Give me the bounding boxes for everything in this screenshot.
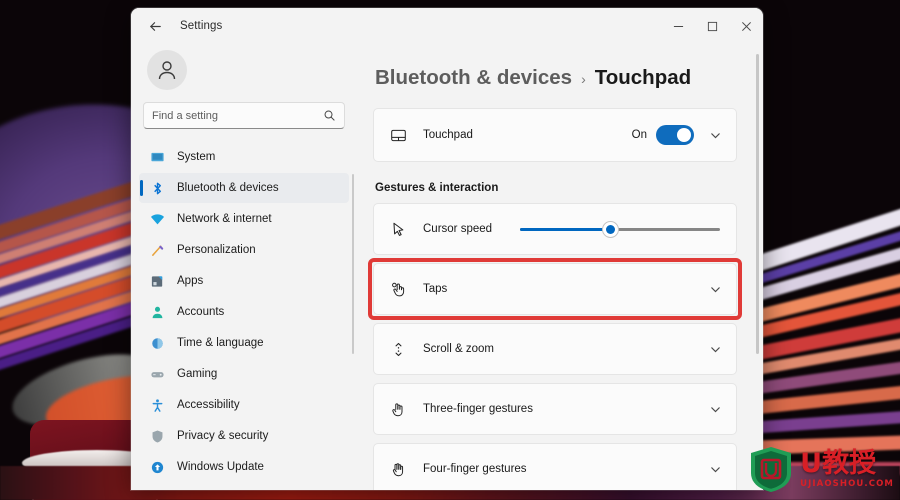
tap-hand-icon [388, 279, 408, 299]
chevron-down-icon[interactable] [708, 342, 722, 356]
slider-thumb[interactable] [601, 220, 619, 238]
minimize-button[interactable] [661, 8, 695, 44]
four-finger-gestures-card[interactable]: Four-finger gestures [373, 443, 737, 490]
window-title-bar: Settings [131, 8, 763, 44]
sidebar: System Bluetooth & devices [131, 44, 355, 490]
four-finger-hand-icon [388, 459, 408, 479]
four-finger-gestures-label: Four-finger gestures [423, 463, 527, 475]
three-finger-gestures-card[interactable]: Three-finger gestures [373, 383, 737, 435]
cursor-arrow-icon [388, 219, 408, 239]
search-icon [323, 109, 336, 122]
chevron-right-icon: › [581, 71, 586, 87]
touchpad-toggle-state: On [631, 129, 647, 141]
wifi-icon [149, 211, 166, 228]
sidebar-item-time-language[interactable]: Time & language [139, 328, 349, 358]
maximize-button[interactable] [695, 8, 729, 44]
touchpad-label: Touchpad [423, 129, 473, 141]
taps-card[interactable]: Taps [373, 263, 737, 315]
cursor-speed-label: Cursor speed [423, 223, 493, 235]
sidebar-item-label: Network & internet [177, 213, 272, 225]
settings-window: Settings Find a setting System Bluetooth… [131, 8, 763, 490]
touchpad-toggle[interactable] [656, 125, 694, 145]
sidebar-item-apps[interactable]: Apps [139, 266, 349, 296]
u-shield-logo-icon [749, 446, 793, 492]
gamepad-icon [149, 366, 166, 383]
sidebar-item-personalization[interactable]: Personalization [139, 235, 349, 265]
sidebar-item-label: Apps [177, 275, 204, 287]
sidebar-item-bluetooth-devices[interactable]: Bluetooth & devices [139, 173, 349, 203]
sidebar-item-label: Accessibility [177, 399, 240, 411]
page-title: Touchpad [594, 66, 692, 89]
watermark-text: U教授 UJIAOSHOU.COM [800, 450, 894, 489]
accessibility-icon [149, 397, 166, 414]
clock-globe-icon [149, 335, 166, 352]
main-content: Bluetooth & devices › Touchpad Touchpad [355, 44, 763, 490]
sidebar-item-label: Time & language [177, 337, 264, 349]
scroll-zoom-label: Scroll & zoom [423, 343, 494, 355]
avatar[interactable] [147, 50, 187, 90]
chevron-down-icon[interactable] [708, 462, 722, 476]
person-icon [149, 304, 166, 321]
breadcrumb: Bluetooth & devices › Touchpad [375, 66, 737, 90]
content-scrollbar[interactable] [756, 54, 759, 354]
app-title: Settings [180, 20, 223, 32]
chevron-down-icon[interactable] [708, 128, 722, 142]
sidebar-item-network-internet[interactable]: Network & internet [139, 204, 349, 234]
three-finger-gestures-label: Three-finger gestures [423, 403, 533, 415]
taps-label: Taps [423, 283, 448, 295]
sidebar-item-label: Bluetooth & devices [177, 182, 279, 194]
sidebar-scrollbar[interactable] [352, 174, 354, 354]
scroll-arrows-icon [388, 339, 408, 359]
three-finger-hand-icon [388, 399, 408, 419]
chevron-down-icon[interactable] [708, 282, 722, 296]
sidebar-item-privacy-security[interactable]: Privacy & security [139, 421, 349, 451]
window-controls [661, 8, 763, 44]
sidebar-item-label: Privacy & security [177, 430, 269, 442]
section-title-gestures: Gestures & interaction [375, 182, 499, 194]
watermark-brand: U教授 [800, 447, 877, 479]
search-box[interactable] [143, 102, 345, 129]
touchpad-icon [388, 125, 408, 145]
shield-icon [149, 428, 166, 445]
sidebar-nav: System Bluetooth & devices Network & int… [139, 141, 349, 490]
scroll-zoom-card[interactable]: Scroll & zoom [373, 323, 737, 375]
touchpad-toggle-card[interactable]: Touchpad On [373, 108, 737, 162]
sidebar-item-label: Accounts [177, 306, 225, 318]
sidebar-item-windows-update[interactable]: Windows Update [139, 452, 349, 482]
search-input[interactable] [152, 109, 323, 122]
slider-fill [520, 227, 610, 231]
cursor-speed-card[interactable]: Cursor speed [373, 203, 737, 255]
sidebar-item-accessibility[interactable]: Accessibility [139, 390, 349, 420]
back-button[interactable] [140, 13, 170, 39]
sidebar-item-label: System [177, 151, 216, 163]
cursor-speed-slider[interactable] [520, 219, 720, 239]
update-icon [149, 459, 166, 476]
sidebar-item-gaming[interactable]: Gaming [139, 359, 349, 389]
close-button[interactable] [729, 8, 763, 44]
bluetooth-icon [149, 180, 166, 197]
watermark-domain: UJIAOSHOU.COM [800, 478, 894, 489]
sidebar-item-label: Windows Update [177, 461, 264, 473]
apps-icon [149, 273, 166, 290]
window-body: System Bluetooth & devices [131, 44, 763, 490]
watermark: U教授 UJIAOSHOU.COM [749, 446, 894, 492]
chevron-down-icon[interactable] [708, 402, 722, 416]
sidebar-item-accounts[interactable]: Accounts [139, 297, 349, 327]
sidebar-item-system[interactable]: System [139, 142, 349, 172]
user-profile[interactable] [139, 44, 349, 100]
sidebar-item-label: Personalization [177, 244, 256, 256]
monitor-icon [149, 149, 166, 166]
brush-icon [149, 242, 166, 259]
desktop-wallpaper: Settings Find a setting System Bluetooth… [0, 0, 900, 500]
breadcrumb-parent[interactable]: Bluetooth & devices [375, 66, 572, 90]
sidebar-item-label: Gaming [177, 368, 218, 380]
